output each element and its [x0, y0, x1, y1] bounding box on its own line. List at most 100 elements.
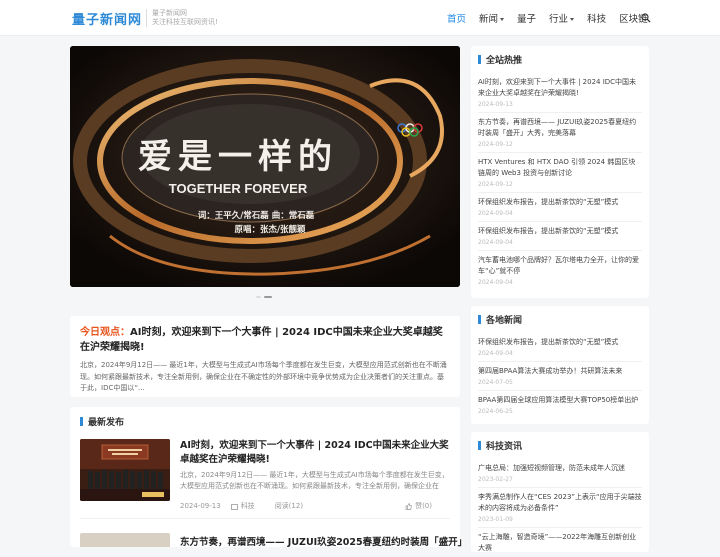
- item-date: 2024-09-12: [478, 181, 513, 188]
- list-item[interactable]: 东方节奏，再谱西境—— JUZUI玖姿2025春夏纽约时装周「盛开」大秀，完美落…: [478, 112, 642, 152]
- latest-section: 最新发布 AI时刻，欢迎来到下一个大事件 | 2024 IDC中国未来企业大奖卓…: [70, 407, 467, 548]
- list-item[interactable]: 汽车蓄电池哪个品牌好？瓦尔塔电力全开，让你的爱车“心”就不停 2024-09-04: [478, 250, 642, 290]
- list-item[interactable]: 环保组织发布报告，提出新茶饮的“无塑”模式 2024-09-04: [478, 333, 642, 361]
- likes-count: 赞(0): [415, 502, 432, 510]
- featured-prefix: 今日观点：: [80, 327, 130, 338]
- title-bar: [478, 441, 481, 450]
- slide-image: 爱是一样的 TOGETHER FOREVER 词：王平久/常石磊 曲：常石磊 原…: [70, 46, 460, 287]
- item-date: 2024-07-05: [478, 379, 513, 386]
- item-title[interactable]: BPAA第四届全球应用算法模型大赛TOP50榜单出炉: [478, 395, 642, 406]
- article-excerpt: 北京，2024年9月12日—— 最近1年，大模型与生成式AI市场每个季度都在发生…: [180, 471, 449, 490]
- item-title[interactable]: 汽车蓄电池哪个品牌好？瓦尔塔电力全开，让你的爱车“心”就不停: [478, 255, 642, 277]
- article-thumbnail[interactable]: [80, 533, 170, 547]
- slider-dot[interactable]: [256, 296, 261, 298]
- site-tagline: 量子新闻网 关注科技互联网资讯!: [146, 9, 236, 27]
- list-item[interactable]: 东方节奏，再谱西境—— JUZUI玖姿2025春夏纽约时装周「盛开」: [80, 533, 467, 548]
- hot-list: AI时刻，欢迎来到下一个大事件 | 2024 IDC中国未来企业大奖卓越奖在沪荣…: [478, 73, 642, 290]
- title-bar: [478, 55, 481, 64]
- list-item[interactable]: 第四届BPAA算法大赛成功举办！共研算法未来 2024-07-05: [478, 361, 642, 390]
- item-title[interactable]: 环保组织发布报告，提出新茶饮的“无塑”模式: [478, 226, 642, 237]
- item-title[interactable]: HTX Ventures 和 HTX DAO 引领 2024 韩国区块链周的 W…: [478, 157, 642, 179]
- tech-news-widget: 科技资讯 广电总局：加强短视频管理，防范未成年人沉迷 2023-02-27 李秀满…: [471, 432, 649, 552]
- local-list: 环保组织发布报告，提出新茶饮的“无塑”模式 2024-09-04 第四届BPAA算…: [478, 333, 642, 419]
- item-title[interactable]: 环保组织发布报告，提出新茶饮的“无塑”模式: [478, 337, 642, 348]
- item-title[interactable]: 东方节奏，再谱西境—— JUZUI玖姿2025春夏纽约时装周「盛开」大秀，完美落…: [478, 117, 642, 139]
- item-title[interactable]: “云上海雕，智造奇境”——2022年海雕互创新创业大赛: [478, 532, 642, 554]
- search-icon[interactable]: [641, 13, 651, 23]
- tech-list: 广电总局：加强短视频管理，防范未成年人沉迷 2023-02-27 李秀满总制作人在…: [478, 459, 642, 557]
- list-item[interactable]: HTX Ventures 和 HTX DAO 引领 2024 韩国区块链周的 W…: [478, 152, 642, 192]
- article-thumbnail[interactable]: [80, 439, 170, 501]
- item-title[interactable]: 第四届BPAA算法大赛成功举办！共研算法未来: [478, 366, 642, 377]
- slide-headline: 爱是一样的: [138, 137, 338, 177]
- list-item[interactable]: 广电总局：加强短视频管理，防范未成年人沉迷 2023-02-27: [478, 459, 642, 487]
- widget-heading: 科技资讯: [486, 442, 523, 452]
- title-bar: [80, 417, 83, 426]
- item-date: 2024-09-04: [478, 350, 513, 357]
- widget-title: 全站热推: [478, 53, 642, 66]
- title-bar: [478, 315, 481, 324]
- chevron-down-icon: [500, 18, 505, 21]
- item-date: 2023-01-09: [478, 516, 513, 523]
- item-title[interactable]: AI时刻，欢迎来到下一个大事件 | 2024 IDC中国未来企业大奖卓越奖在沪荣…: [478, 77, 642, 99]
- nav-item-tech[interactable]: 科技: [587, 11, 606, 25]
- nav-label: 量子: [517, 14, 537, 25]
- article-views: 阅读(12): [274, 502, 304, 510]
- item-date: 2024-09-04: [478, 279, 513, 286]
- nav-item-industry[interactable]: 行业: [549, 11, 575, 25]
- main-nav: 首页 新闻 量子 行业 科技 区块链: [447, 0, 661, 36]
- nav-label: 新闻: [479, 14, 499, 25]
- list-item[interactable]: BPAA第四届全球应用算法模型大赛TOP50榜单出炉 2024-06-25: [478, 390, 642, 419]
- list-item[interactable]: 环保组织发布报告，提出新茶饮的“无塑”模式 2024-09-04: [478, 221, 642, 250]
- item-date: 2024-09-04: [478, 239, 513, 246]
- list-item[interactable]: AI时刻，欢迎来到下一个大事件 | 2024 IDC中国未来企业大奖卓越奖在沪荣…: [478, 73, 642, 112]
- thumbs-up-icon: [405, 502, 412, 510]
- item-title[interactable]: 李秀满总制作人在“CES 2023”上表示“应用于尖端技术的内容将成为必备条件”: [478, 492, 642, 514]
- featured-title-text: AI时刻，欢迎来到下一个大事件 | 2024 IDC中国未来企业大奖卓越奖在沪荣…: [80, 327, 443, 353]
- featured-title[interactable]: 今日观点：AI时刻，欢迎来到下一个大事件 | 2024 IDC中国未来企业大奖卓…: [80, 325, 450, 355]
- list-item[interactable]: 环保组织发布报告，提出新茶饮的“无塑”模式 2024-09-04: [478, 192, 642, 221]
- article-meta: 2024-09-13 科技 阅读(12) 赞(0): [180, 501, 452, 511]
- chevron-down-icon: [570, 18, 575, 21]
- widget-heading: 各地新闻: [486, 316, 523, 326]
- hot-widget: 全站热推 AI时刻，欢迎来到下一个大事件 | 2024 IDC中国未来企业大奖卓…: [471, 46, 649, 298]
- item-date: 2024-09-12: [478, 141, 513, 148]
- slider-dot-active[interactable]: [264, 296, 272, 298]
- nav-item-news[interactable]: 新闻: [479, 11, 505, 25]
- slider-dots: [256, 296, 275, 298]
- slide-credit-1: 词：王平久/常石磊 曲：常石磊: [198, 210, 315, 221]
- list-item[interactable]: “云上海雕，智造奇境”——2022年海雕互创新创业大赛: [478, 527, 642, 557]
- category-label: 科技: [240, 502, 255, 510]
- hero-slider[interactable]: 爱是一样的 TOGETHER FOREVER 词：王平久/常石磊 曲：常石磊 原…: [70, 46, 460, 287]
- article-title[interactable]: 东方节奏，再谱西境—— JUZUI玖姿2025春夏纽约时装周「盛开」: [180, 534, 467, 548]
- item-title[interactable]: 环保组织发布报告，提出新茶饮的“无塑”模式: [478, 197, 642, 208]
- nav-item-home[interactable]: 首页: [447, 11, 466, 25]
- site-logo[interactable]: 量子新闻网: [72, 9, 142, 28]
- article-title[interactable]: AI时刻，欢迎来到下一个大事件 | 2024 IDC中国未来企业大奖卓越奖在沪荣…: [180, 439, 452, 467]
- slide-subtitle: TOGETHER FOREVER: [169, 181, 308, 196]
- section-heading: 最新发布: [88, 418, 125, 428]
- tagline-line-2: 关注科技互联网资讯!: [152, 18, 218, 26]
- featured-excerpt: 北京，2024年9月12日—— 最近1年，大模型与生成式AI市场每个季度都在发生…: [80, 361, 447, 392]
- widget-heading: 全站热推: [486, 56, 523, 66]
- widget-title: 科技资讯: [478, 439, 642, 452]
- item-date: 2023-02-27: [478, 476, 513, 483]
- article-category[interactable]: 科技: [230, 501, 265, 511]
- nav-label: 科技: [587, 14, 607, 25]
- featured-article[interactable]: 今日观点：AI时刻，欢迎来到下一个大事件 | 2024 IDC中国未来企业大奖卓…: [70, 316, 460, 397]
- tagline-line-1: 量子新闻网: [152, 9, 187, 17]
- item-date: 2024-06-25: [478, 408, 513, 415]
- nav-label: 行业: [549, 14, 569, 25]
- list-item[interactable]: AI时刻，欢迎来到下一个大事件 | 2024 IDC中国未来企业大奖卓越奖在沪荣…: [80, 439, 450, 519]
- article-date: 2024-09-13: [180, 502, 221, 510]
- item-date: 2024-09-13: [478, 101, 513, 108]
- section-title: 最新发布: [80, 415, 450, 428]
- like-button[interactable]: 赞(0): [405, 501, 442, 511]
- nav-item-quantum[interactable]: 量子: [517, 11, 536, 25]
- local-news-widget: 各地新闻 环保组织发布报告，提出新茶饮的“无塑”模式 2024-09-04 第四届…: [471, 306, 649, 424]
- item-title[interactable]: 广电总局：加强短视频管理，防范未成年人沉迷: [478, 463, 642, 474]
- nav-label: 首页: [447, 14, 467, 25]
- folder-icon: [230, 503, 238, 510]
- site-header: 量子新闻网 量子新闻网 关注科技互联网资讯! 首页 新闻 量子 行业 科技 区块…: [0, 0, 720, 36]
- list-item[interactable]: 李秀满总制作人在“CES 2023”上表示“应用于尖端技术的内容将成为必备条件”…: [478, 487, 642, 527]
